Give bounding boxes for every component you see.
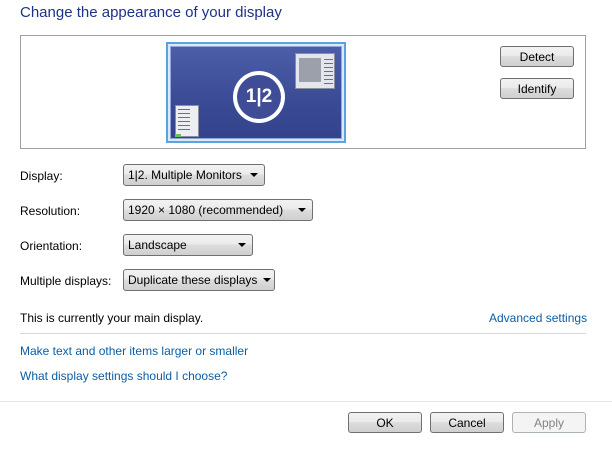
orientation-select[interactable]: Landscape xyxy=(123,234,253,256)
start-button-icon xyxy=(175,134,181,137)
chevron-down-icon xyxy=(263,278,272,282)
display-help-link[interactable]: What display settings should I choose? xyxy=(20,369,227,383)
advanced-settings-link[interactable]: Advanced settings xyxy=(489,311,587,325)
chevron-down-icon xyxy=(250,173,258,177)
identify-button[interactable]: Identify xyxy=(500,78,574,99)
page-title: Change the appearance of your display xyxy=(20,4,282,21)
monitor-number-badge: 1|2 xyxy=(233,71,285,123)
divider xyxy=(20,333,586,334)
main-display-status: This is currently your main display. xyxy=(20,311,204,325)
monitor-1-2[interactable]: 1|2 xyxy=(166,42,346,143)
monitor-preview-panel: 1|2 Detect Identify xyxy=(20,35,586,149)
resolution-label: Resolution: xyxy=(20,204,81,218)
resolution-select-value: 1920 × 1080 (recommended) xyxy=(128,203,284,217)
orientation-label: Orientation: xyxy=(20,239,83,253)
footer-divider xyxy=(0,401,612,402)
cancel-button[interactable]: Cancel xyxy=(430,412,504,433)
display-select[interactable]: 1|2. Multiple Monitors xyxy=(123,164,265,186)
window-thumbnail-icon xyxy=(295,53,335,89)
resolution-select[interactable]: 1920 × 1080 (recommended) xyxy=(123,199,313,221)
apply-button[interactable]: Apply xyxy=(512,412,586,433)
multiple-displays-select[interactable]: Duplicate these displays xyxy=(123,269,275,291)
display-label: Display: xyxy=(20,169,63,183)
document-thumbnail-icon xyxy=(175,105,199,137)
monitor-screen: 1|2 xyxy=(170,46,342,139)
ok-button[interactable]: OK xyxy=(348,412,422,433)
chevron-down-icon xyxy=(238,243,246,247)
multiple-displays-label: Multiple displays: xyxy=(20,274,112,288)
chevron-down-icon xyxy=(298,208,306,212)
text-size-link[interactable]: Make text and other items larger or smal… xyxy=(20,344,248,358)
orientation-select-value: Landscape xyxy=(128,238,187,252)
display-select-value: 1|2. Multiple Monitors xyxy=(128,168,242,182)
monitor-number-label: 1|2 xyxy=(237,75,281,119)
multiple-displays-select-value: Duplicate these displays xyxy=(128,273,258,287)
detect-button[interactable]: Detect xyxy=(500,46,574,67)
